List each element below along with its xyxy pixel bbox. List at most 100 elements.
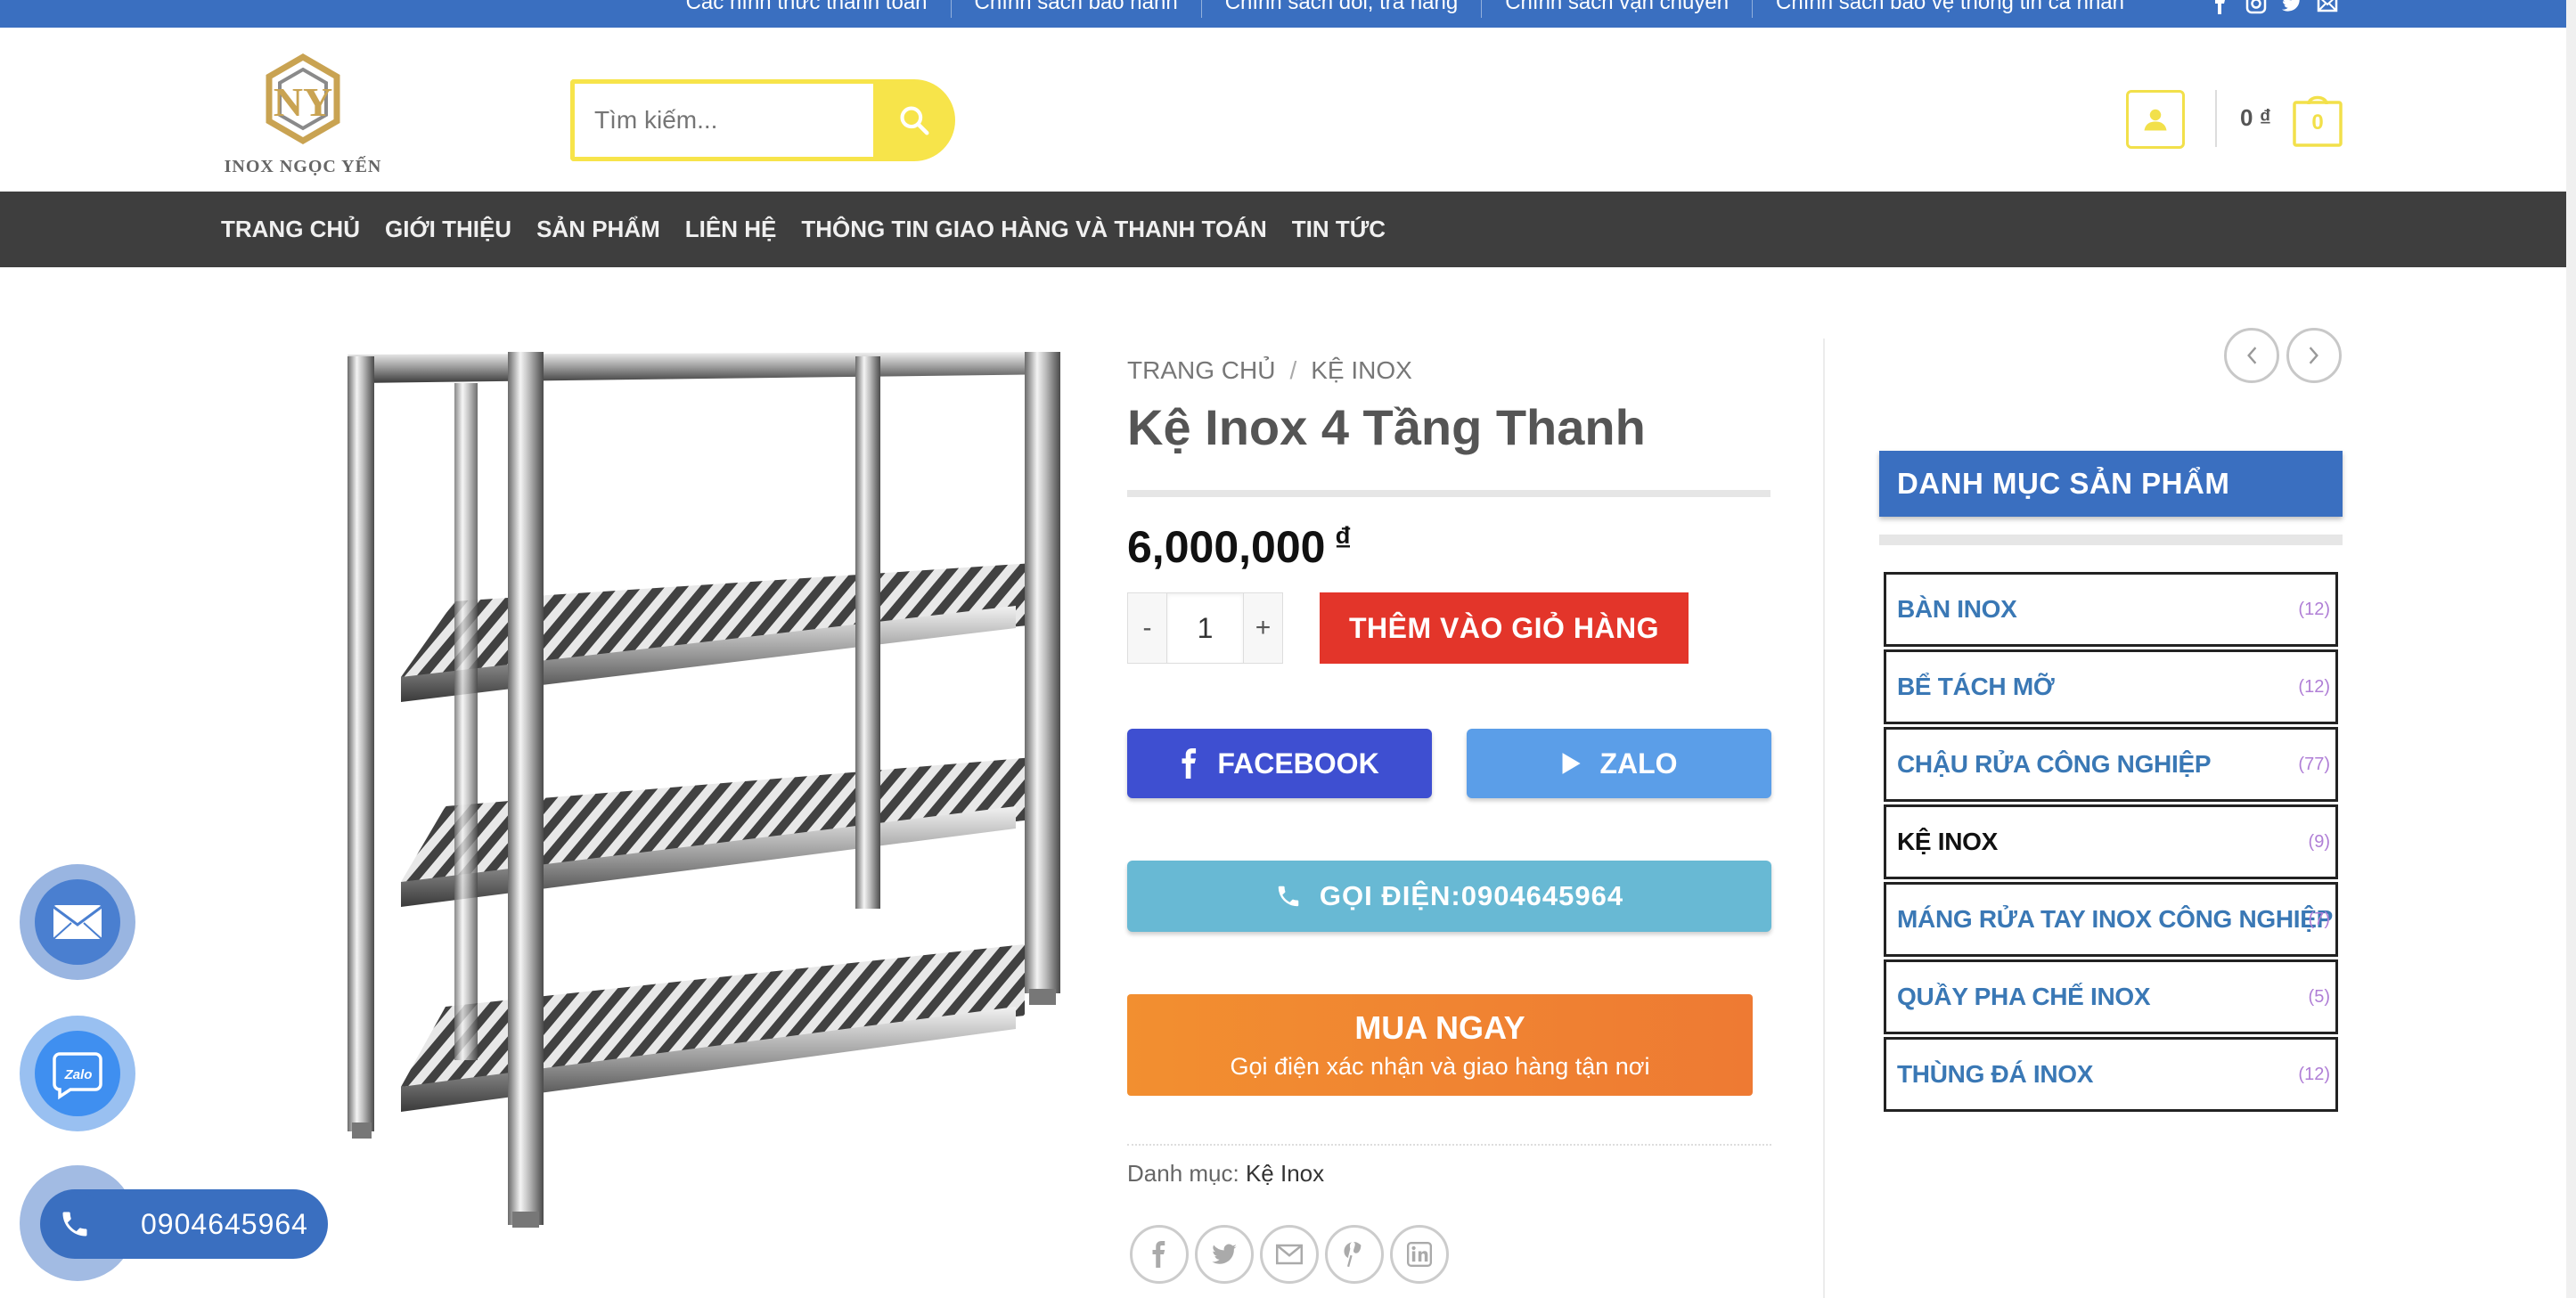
nav-item-news[interactable]: TIN TỨC [1292,216,1386,243]
nav-item-home[interactable]: TRANG CHỦ [221,216,360,243]
zalo-button[interactable]: ZALO [1467,729,1771,798]
category-name[interactable]: QUẦY PHA CHẾ INOX [1897,962,2151,1032]
category-item-be-tach-mo[interactable]: BỂ TÁCH MỠ (12) [1884,649,2338,724]
header-divider [2215,90,2217,147]
logo-mark: NY [266,53,340,145]
phone-icon [62,1212,87,1237]
buy-now-title: MUA NGAY [1354,1009,1525,1046]
account-button[interactable] [2126,90,2185,149]
category-item-ban-inox[interactable]: BÀN INOX (12) [1884,572,2338,647]
title-divider [1127,490,1770,497]
category-name[interactable]: BỂ TÁCH MỠ [1897,652,2055,722]
qty-minus-button[interactable]: - [1127,592,1167,664]
twitter-icon [1212,1244,1237,1264]
product-meta: Danh mục: Kệ Inox [1127,1160,1324,1188]
pinterest-icon [1344,1242,1362,1268]
top-link-shipping[interactable]: Chính sách vận chuyển [1481,0,1752,18]
category-count: (9) [2308,832,2330,852]
category-count: (12) [2298,1065,2330,1084]
category-count: (77) [2298,755,2330,774]
category-item-ke-inox[interactable]: KỆ INOX (9) [1884,804,2338,879]
cart-count: 0 [2311,110,2324,135]
site-logo[interactable]: NY INOX NGỌC YẾN [223,50,383,184]
facebook-icon[interactable] [2210,0,2231,14]
qty-plus-button[interactable]: + [1243,592,1283,664]
category-link[interactable]: Kệ Inox [1246,1160,1324,1187]
share-email-button[interactable] [1260,1225,1319,1284]
search-form [570,79,955,161]
product-title: Kệ Inox 4 Tầng Thanh [1127,399,1646,455]
top-link-warranty[interactable]: Chính sách bảo hành [950,0,1201,18]
call-label: GỌI ĐIỆN:0904645964 [1319,880,1624,911]
category-name[interactable]: THÙNG ĐÁ INOX [1897,1040,2093,1109]
zalo-label: ZALO [1599,747,1678,780]
nav-item-about[interactable]: GIỚI THIỆU [385,216,511,243]
nav-item-products[interactable]: SẢN PHẨM [536,216,660,243]
share-linkedin-button[interactable] [1390,1225,1449,1284]
previous-product-button[interactable] [2224,328,2279,383]
share-twitter-button[interactable] [1195,1225,1254,1284]
share-buttons [1130,1225,1449,1284]
search-icon [900,106,929,135]
breadcrumb-category[interactable]: KỆ INOX [1311,356,1412,385]
buy-now-button[interactable]: MUA NGAY Gọi điện xác nhận và giao hàng … [1127,994,1753,1096]
top-link-payment[interactable]: Các hình thức thanh toán [663,0,951,18]
top-bar-links: Các hình thức thanh toán Chính sách bảo … [663,0,2147,18]
category-item-chau-rua[interactable]: CHẬU RỬA CÔNG NGHIỆP (77) [1884,727,2338,802]
meta-divider [1127,1144,1771,1146]
share-facebook-button[interactable] [1130,1225,1189,1284]
sidebar-divider [1823,339,1825,1298]
product-image[interactable] [321,321,1087,1229]
category-count: (12) [2298,600,2330,619]
category-label: Danh mục: [1127,1160,1239,1187]
category-name[interactable]: KỆ INOX [1897,807,1998,877]
floating-zalo-button[interactable]: Zalo [20,1016,135,1131]
nav-item-shipping-payment[interactable]: THÔNG TIN GIAO HÀNG VÀ THANH TOÁN [801,216,1266,243]
cart-total[interactable]: 0 ₫ [2240,104,2271,132]
category-name[interactable]: MÁNG RỬA TAY INOX CÔNG NGHIỆP [1897,885,2333,954]
facebook-button[interactable]: FACEBOOK [1127,729,1432,798]
share-pinterest-button[interactable] [1325,1225,1384,1284]
category-name[interactable]: BÀN INOX [1897,575,2017,644]
instagram-icon[interactable] [2245,0,2267,14]
buy-now-subtitle: Gọi điện xác nhận và giao hàng tận nơi [1230,1053,1650,1080]
facebook-icon [1152,1241,1165,1268]
category-name[interactable]: CHẬU RỬA CÔNG NGHIỆP [1897,730,2212,799]
breadcrumb-separator: / [1289,356,1297,384]
facebook-icon [1182,748,1197,779]
next-product-button[interactable] [2286,328,2342,383]
main-nav: TRANG CHỦ GIỚI THIỆU SẢN PHẨM LIÊN HỆ TH… [0,192,2566,267]
floating-phone-number[interactable]: 0904645964 [141,1189,308,1259]
scrollbar[interactable] [2566,0,2576,1298]
zalo-badge-text: Zalo [64,1067,93,1082]
header: NY INOX NGỌC YẾN 0 ₫ 0 [0,28,2566,192]
add-to-cart-button[interactable]: THÊM VÀO GIỎ HÀNG [1320,592,1689,664]
logo-text: INOX NGỌC YẾN [224,157,382,176]
twitter-icon[interactable] [2281,0,2302,14]
floating-email-inner [35,879,120,965]
top-link-returns[interactable]: Chính sách đổi, trả hàng [1200,0,1482,18]
nav-item-contact[interactable]: LIÊN HỆ [685,216,777,243]
top-link-privacy[interactable]: Chính sách bảo vệ thông tin cá nhân [1752,0,2147,18]
floating-phone-icon-circle[interactable] [43,1192,107,1256]
sidebar-title-bar [1879,535,2343,545]
email-icon[interactable] [2317,0,2338,14]
qty-input[interactable]: 1 [1167,592,1243,664]
category-count: (12) [2298,677,2330,697]
floating-email-button[interactable] [20,864,135,980]
category-item-thung-da[interactable]: THÙNG ĐÁ INOX (12) [1884,1037,2338,1112]
breadcrumb-home[interactable]: TRANG CHỦ [1127,356,1275,385]
facebook-label: FACEBOOK [1217,747,1379,780]
search-button[interactable] [873,79,955,161]
call-button[interactable]: GỌI ĐIỆN:0904645964 [1127,861,1771,932]
floating-zalo-inner: Zalo [35,1031,120,1116]
search-input[interactable] [570,79,873,161]
phone-icon [1278,886,1299,907]
category-item-quay-pha-che[interactable]: QUẦY PHA CHẾ INOX (5) [1884,959,2338,1034]
sidebar-title: DANH MỤC SẢN PHẨM [1879,451,2343,517]
category-item-mang-rua-tay[interactable]: MÁNG RỬA TAY INOX CÔNG NGHIỆP (7) [1884,882,2338,957]
chevron-right-icon [2309,347,2318,364]
category-list: BÀN INOX (12) BỂ TÁCH MỠ (12) CHẬU RỬA C… [1884,572,2338,1114]
play-icon [1562,753,1582,774]
product-price: 6,000,000 ₫ [1127,521,1352,573]
